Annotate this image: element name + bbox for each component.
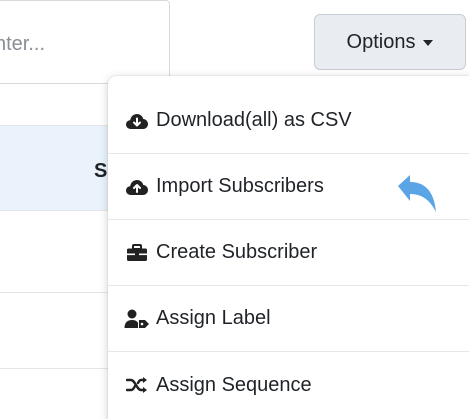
caret-down-icon <box>423 40 434 46</box>
search-input[interactable] <box>0 25 167 63</box>
search-box <box>0 0 170 84</box>
menu-item-download-csv[interactable]: Download(all) as CSV <box>108 88 469 154</box>
cloud-upload-icon <box>124 176 150 198</box>
user-tag-icon <box>124 308 150 330</box>
menu-item-label: Download(all) as CSV <box>156 109 352 131</box>
menu-item-create-subscriber[interactable]: Create Subscriber <box>108 220 469 286</box>
menu-item-label: Assign Label <box>156 307 271 329</box>
page-canvas: S Options Download(all) as CSV Import <box>0 0 469 419</box>
table-divider <box>0 368 120 369</box>
cloud-download-icon <box>124 110 150 132</box>
menu-item-label: Import Subscribers <box>156 175 324 197</box>
menu-item-assign-sequence[interactable]: Assign Sequence <box>108 352 469 418</box>
shuffle-icon <box>124 374 150 396</box>
menu-item-assign-label[interactable]: Assign Label <box>108 286 469 352</box>
options-button[interactable]: Options <box>314 14 466 70</box>
undo-arrow-icon <box>394 174 440 216</box>
options-button-label: Options <box>346 30 416 53</box>
menu-item-label: Create Subscriber <box>156 241 318 263</box>
table-divider <box>0 292 120 293</box>
table-divider <box>0 210 120 211</box>
menu-item-label: Assign Sequence <box>156 373 312 396</box>
toolbox-icon <box>124 242 150 264</box>
table-header-letter: S <box>94 160 108 182</box>
options-dropdown-menu: Download(all) as CSV Import Subscribers <box>108 76 469 419</box>
